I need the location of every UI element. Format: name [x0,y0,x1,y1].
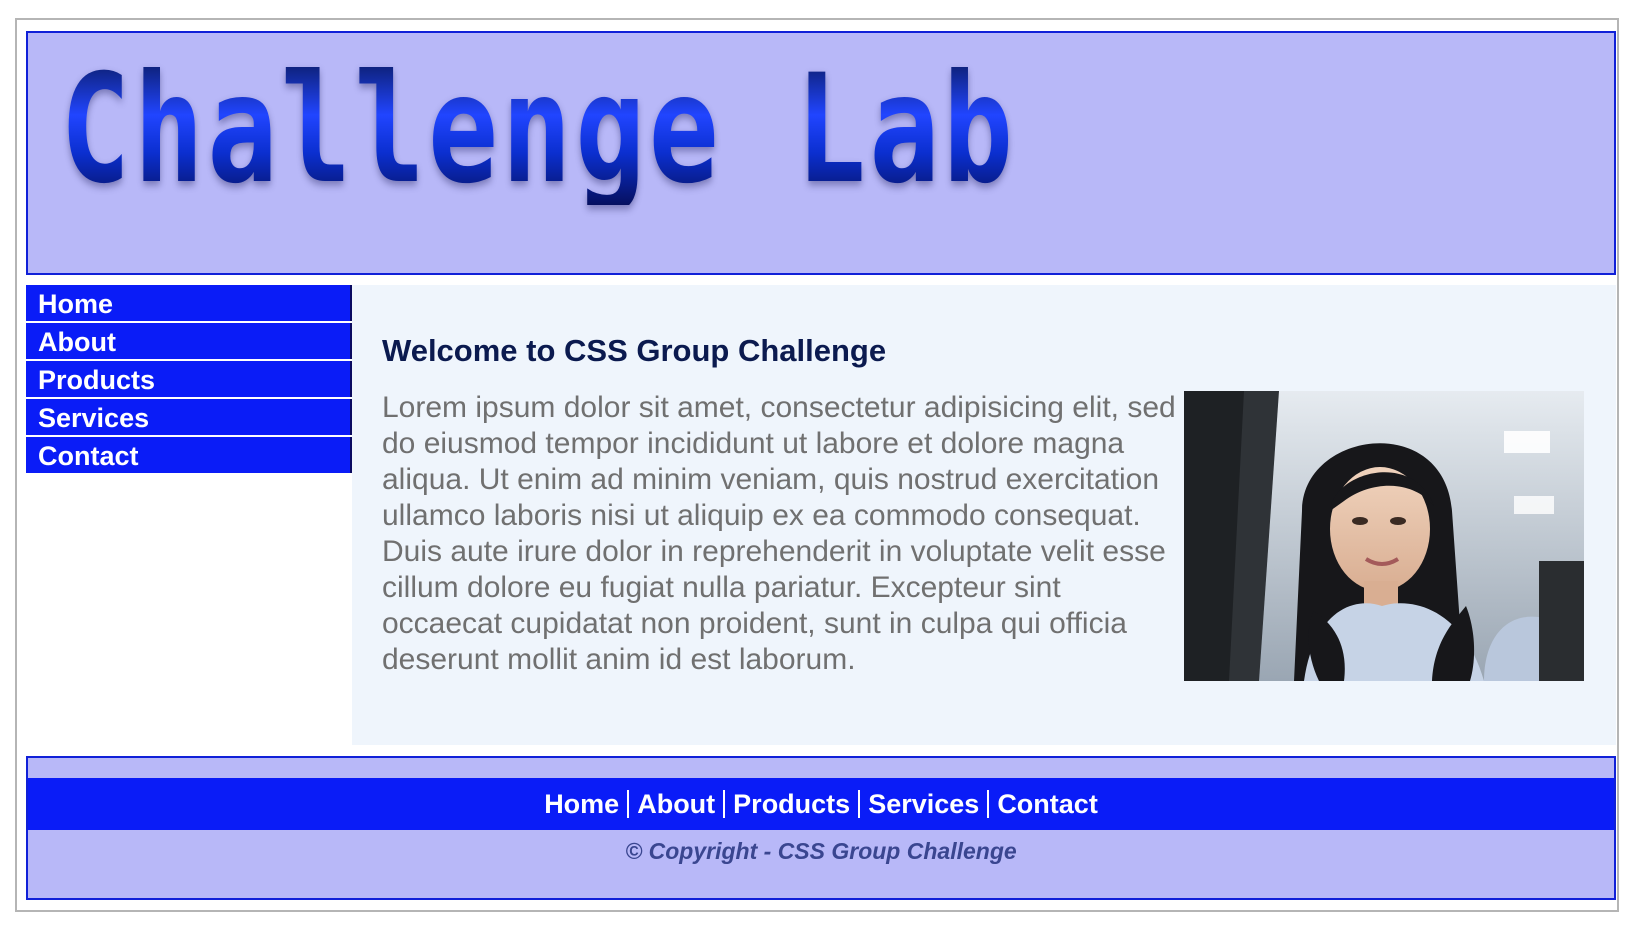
woman-photo [1184,391,1584,681]
site-header: Challenge Lab [26,31,1616,275]
site-footer: Home About Products Services Contact © C… [26,756,1616,900]
copyright-text: © Copyright - CSS Group Challenge [625,838,1017,864]
page-title: Welcome to CSS Group Challenge [382,333,887,368]
main-content: Welcome to CSS Group Challenge Lorem ips… [352,285,1616,745]
sidebar-item-home[interactable]: Home [26,285,352,321]
body-text: Lorem ipsum dolor sit amet, consectetur … [382,391,1176,676]
sidebar-item-about[interactable]: About [26,323,352,359]
footer-link-products[interactable]: Products [723,790,858,818]
sidebar-item-services[interactable]: Services [26,399,352,435]
sidebar-item-contact[interactable]: Contact [26,437,352,473]
footer-link-services[interactable]: Services [858,790,987,818]
footer-link-contact[interactable]: Contact [987,790,1106,818]
footer-nav: Home About Products Services Contact [28,778,1614,830]
footer-link-about[interactable]: About [627,790,723,818]
woman-photo-illustration [1184,391,1584,681]
sidebar-nav: Home About Products Services Contact [26,285,352,475]
sidebar-item-products[interactable]: Products [26,361,352,397]
site-logo[interactable]: Challenge Lab [60,55,1016,205]
footer-link-home[interactable]: Home [536,790,627,818]
